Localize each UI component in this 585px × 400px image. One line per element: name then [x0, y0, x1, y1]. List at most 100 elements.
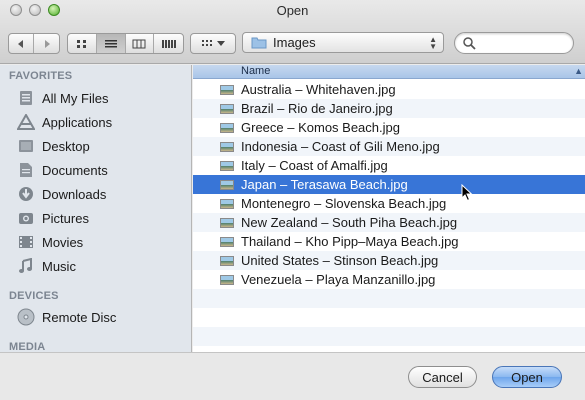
sort-ascending-icon: ▲ [574, 66, 583, 76]
sidebar-item-label: Downloads [42, 186, 107, 202]
empty-row [193, 327, 585, 346]
file-name: United States – Stinson Beach.jpg [241, 253, 439, 268]
favorites-heading: FAVORITES [9, 70, 73, 82]
arrange-menu-button[interactable] [190, 33, 236, 54]
sidebar: FAVORITES All My Files Applications Desk… [0, 65, 192, 352]
image-file-icon [220, 275, 234, 285]
list-view-icon [104, 39, 117, 47]
desktop-icon [16, 137, 36, 155]
file-name: Australia – Whitehaven.jpg [241, 82, 396, 97]
sidebar-item-downloads[interactable]: Downloads [16, 183, 186, 205]
image-file-icon [220, 142, 234, 152]
file-name: Thailand – Kho Pipp–Maya Beach.jpg [241, 234, 459, 249]
icon-view-icon [76, 39, 86, 48]
file-name: Montenegro – Slovenska Beach.jpg [241, 196, 447, 211]
sidebar-item-label: Movies [42, 234, 84, 250]
file-name: Indonesia – Coast of Gili Meno.jpg [241, 139, 440, 154]
column-header-label: Name [241, 65, 271, 77]
location-popup[interactable]: Images ▲ ▼ [242, 32, 444, 53]
column-view-button[interactable] [126, 34, 155, 53]
file-name: Venezuela – Playa Manzanillo.jpg [241, 272, 436, 287]
empty-row [193, 308, 585, 327]
sidebar-item-label: Applications [42, 114, 113, 130]
forward-button[interactable] [34, 34, 59, 53]
file-row[interactable]: Japan – Terasawa Beach.jpg [193, 175, 585, 194]
sidebar-item-remote-disc[interactable]: Remote Disc [16, 306, 186, 328]
file-row[interactable]: Montenegro – Slovenska Beach.jpg [193, 194, 585, 213]
file-row[interactable]: Thailand – Kho Pipp–Maya Beach.jpg [193, 232, 585, 251]
open-dialog: Open Images ▲ ▼ FAVORITES All My Files A… [0, 0, 585, 400]
chevron-down-icon [217, 40, 225, 46]
column-view-icon [132, 39, 146, 48]
image-file-icon [220, 180, 234, 190]
title-bar: Open Images ▲ ▼ [0, 0, 585, 64]
button-bar: Cancel Open [0, 352, 585, 400]
coverflow-view-button[interactable] [154, 34, 183, 53]
movies-icon [16, 233, 36, 251]
file-row[interactable]: Indonesia – Coast of Gili Meno.jpg [193, 137, 585, 156]
file-row[interactable]: United States – Stinson Beach.jpg [193, 251, 585, 270]
file-list: Name ▲ Australia – Whitehaven.jpg Brazil … [193, 65, 585, 352]
music-icon [16, 257, 36, 275]
file-row[interactable]: Brazil – Rio de Janeiro.jpg [193, 99, 585, 118]
list-view-button[interactable] [96, 34, 126, 53]
back-forward-control [8, 33, 60, 54]
image-file-icon [220, 161, 234, 171]
image-file-icon [220, 199, 234, 209]
coverflow-view-icon [161, 39, 176, 48]
image-file-icon [220, 237, 234, 247]
file-name: Brazil – Rio de Janeiro.jpg [241, 101, 393, 116]
applications-icon [16, 113, 36, 131]
all-files-icon [16, 89, 36, 107]
sidebar-item-label: Desktop [42, 138, 90, 154]
cancel-button[interactable]: Cancel [408, 366, 477, 388]
sidebar-item-applications[interactable]: Applications [16, 111, 186, 133]
file-row[interactable]: Australia – Whitehaven.jpg [193, 80, 585, 99]
arrange-grid-icon [202, 39, 212, 46]
updown-arrows-icon: ▲ ▼ [429, 35, 437, 51]
file-row[interactable]: New Zealand – South Piha Beach.jpg [193, 213, 585, 232]
image-file-icon [220, 218, 234, 228]
search-icon [463, 37, 476, 50]
image-file-icon [220, 104, 234, 114]
icon-view-button[interactable] [68, 34, 97, 53]
back-button[interactable] [9, 34, 35, 53]
folder-icon [251, 37, 267, 49]
empty-row [193, 289, 585, 308]
file-name: Italy – Coast of Amalfi.jpg [241, 158, 388, 173]
documents-icon [16, 161, 36, 179]
file-name: New Zealand – South Piha Beach.jpg [241, 215, 458, 230]
arrange-control [191, 34, 235, 53]
open-button[interactable]: Open [492, 366, 562, 388]
back-arrow-icon [18, 39, 23, 48]
sidebar-item-label: All My Files [42, 90, 109, 106]
file-name: Greece – Komos Beach.jpg [241, 120, 400, 135]
pictures-icon [16, 209, 36, 227]
file-name: Japan – Terasawa Beach.jpg [241, 177, 408, 192]
search-field[interactable] [454, 32, 574, 54]
sidebar-item-pictures[interactable]: Pictures [16, 207, 186, 229]
mouse-cursor-icon [461, 184, 473, 202]
name-column-header[interactable]: Name ▲ [193, 65, 585, 79]
sidebar-item-label: Pictures [42, 210, 89, 226]
file-row[interactable]: Italy – Coast of Amalfi.jpg [193, 156, 585, 175]
sidebar-item-all-my-files[interactable]: All My Files [16, 87, 186, 109]
downloads-icon [16, 185, 36, 203]
media-heading: MEDIA [9, 341, 46, 352]
sidebar-item-label: Music [42, 258, 76, 274]
disc-icon [16, 308, 36, 326]
forward-arrow-icon [44, 39, 50, 48]
location-label: Images [273, 35, 316, 50]
sidebar-item-label: Documents [42, 162, 108, 178]
image-file-icon [220, 123, 234, 133]
file-row[interactable]: Greece – Komos Beach.jpg [193, 118, 585, 137]
sidebar-item-desktop[interactable]: Desktop [16, 135, 186, 157]
window-title: Open [276, 3, 309, 18]
file-row[interactable]: Venezuela – Playa Manzanillo.jpg [193, 270, 585, 289]
sidebar-item-label: Remote Disc [42, 309, 117, 325]
sidebar-item-documents[interactable]: Documents [16, 159, 186, 181]
image-file-icon [220, 85, 234, 95]
sidebar-item-movies[interactable]: Movies [16, 231, 186, 253]
sidebar-item-music[interactable]: Music [16, 255, 186, 277]
devices-heading: DEVICES [9, 290, 59, 302]
